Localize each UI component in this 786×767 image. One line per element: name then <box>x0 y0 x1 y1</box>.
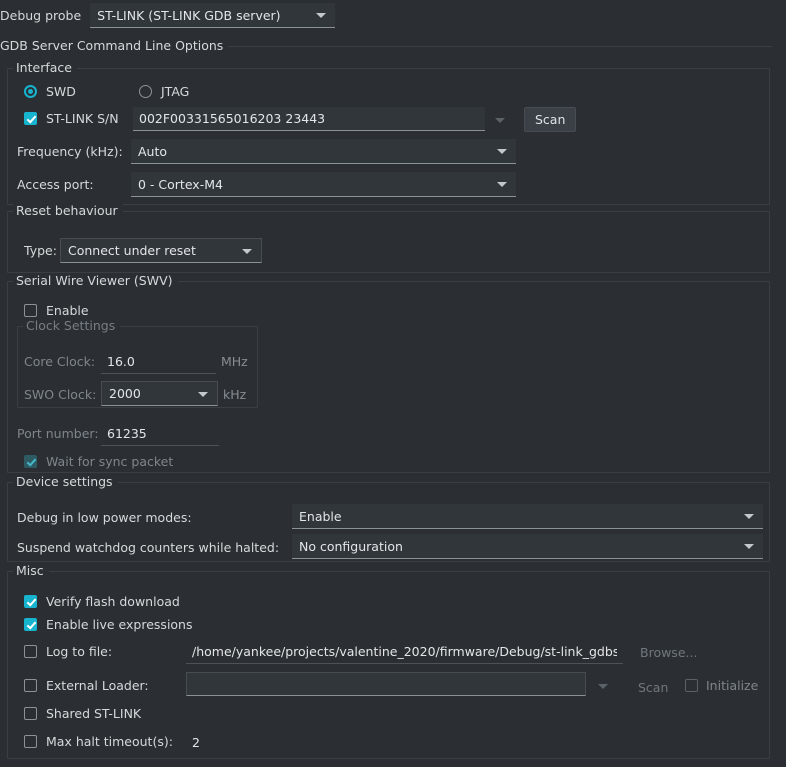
external-loader-dropdown-icon[interactable] <box>598 684 608 689</box>
verify-flash-checkbox[interactable] <box>24 595 37 608</box>
access-port-label: Access port: <box>17 177 94 192</box>
initialize-checkbox[interactable] <box>685 679 698 692</box>
jtag-radio-row[interactable]: JTAG <box>139 84 189 99</box>
shared-stlink-label: Shared ST-LINK <box>46 706 142 721</box>
frequency-label: Frequency (kHz): <box>17 144 123 159</box>
port-number-input[interactable] <box>101 422 219 446</box>
chevron-down-icon <box>497 182 507 187</box>
frequency-select[interactable]: Auto <box>131 139 516 164</box>
core-clock-label: Core Clock: <box>24 354 96 369</box>
chevron-down-icon <box>744 544 754 549</box>
chevron-down-icon <box>316 13 327 18</box>
low-power-select[interactable]: Enable <box>292 504 763 529</box>
core-clock-input[interactable] <box>101 350 216 374</box>
scan-button[interactable]: Scan <box>524 107 577 132</box>
debug-probe-value: ST-LINK (ST-LINK GDB server) <box>97 7 281 23</box>
live-expressions-row[interactable]: Enable live expressions <box>24 617 193 632</box>
shared-stlink-row[interactable]: Shared ST-LINK <box>24 706 141 721</box>
verify-flash-label: Verify flash download <box>46 594 180 609</box>
jtag-radio[interactable] <box>139 85 152 98</box>
external-loader-checkbox[interactable] <box>24 679 37 692</box>
reset-type-value: Connect under reset <box>68 243 196 258</box>
port-number-label: Port number: <box>17 426 99 441</box>
swo-clock-value: 2000 <box>109 386 141 401</box>
external-loader-input[interactable] <box>186 672 586 696</box>
initialize-label: Initialize <box>706 678 759 693</box>
max-halt-row[interactable]: Max halt timeout(s): <box>24 734 173 749</box>
interface-title: Interface <box>13 60 77 75</box>
log-browse-button[interactable]: Browse... <box>630 641 707 664</box>
debug-probe-label: Debug probe <box>0 8 82 23</box>
verify-flash-row[interactable]: Verify flash download <box>24 594 180 609</box>
swd-radio[interactable] <box>24 85 37 98</box>
access-port-select[interactable]: 0 - Cortex-M4 <box>131 172 516 197</box>
wait-sync-row[interactable]: Wait for sync packet <box>24 454 173 469</box>
log-to-file-checkbox[interactable] <box>24 645 37 658</box>
clock-settings-title: Clock Settings <box>23 318 121 333</box>
misc-title: Misc <box>13 563 49 578</box>
swd-radio-row[interactable]: SWD <box>24 84 76 99</box>
live-expressions-label: Enable live expressions <box>46 617 193 632</box>
reset-type-label: Type: <box>24 243 57 258</box>
low-power-label: Debug in low power modes: <box>17 510 192 525</box>
debug-probe-select[interactable]: ST-LINK (ST-LINK GDB server) <box>90 3 336 28</box>
stlink-sn-checkbox[interactable] <box>24 112 37 125</box>
swo-clock-label: SWO Clock: <box>24 387 97 402</box>
initialize-row[interactable]: Initialize <box>685 678 758 693</box>
shared-stlink-checkbox[interactable] <box>24 707 37 720</box>
log-to-file-row[interactable]: Log to file: <box>24 644 112 659</box>
jtag-label: JTAG <box>161 84 190 99</box>
frequency-value: Auto <box>138 143 168 159</box>
chevron-down-icon <box>744 514 754 519</box>
max-halt-label: Max halt timeout(s): <box>46 734 173 749</box>
chevron-down-icon <box>497 149 507 154</box>
reset-behaviour-title: Reset behaviour <box>13 203 123 218</box>
reset-type-select[interactable]: Connect under reset <box>60 238 262 263</box>
watchdog-label: Suspend watchdog counters while halted: <box>17 540 280 555</box>
stlink-sn-dropdown-icon[interactable] <box>495 118 505 123</box>
wait-sync-checkbox[interactable] <box>24 455 37 468</box>
device-settings-title: Device settings <box>13 474 118 489</box>
low-power-value: Enable <box>299 508 342 524</box>
swd-label: SWD <box>46 84 76 99</box>
watchdog-select[interactable]: No configuration <box>292 534 763 559</box>
chevron-down-icon <box>198 391 208 397</box>
stlink-sn-label: ST-LINK S/N <box>46 111 119 126</box>
stlink-sn-input[interactable] <box>133 107 485 131</box>
wait-sync-label: Wait for sync packet <box>46 454 174 469</box>
swo-clock-unit: kHz <box>223 387 247 402</box>
debug-probe-config-panel: Debug probe ST-LINK (ST-LINK GDB server)… <box>0 0 786 767</box>
external-loader-label: External Loader: <box>46 678 149 693</box>
live-expressions-checkbox[interactable] <box>24 618 37 631</box>
max-halt-input[interactable] <box>186 730 246 754</box>
swv-enable-label: Enable <box>46 303 89 318</box>
external-loader-scan-button[interactable]: Scan <box>628 676 678 699</box>
log-to-file-input[interactable] <box>186 640 623 664</box>
chevron-down-icon <box>242 248 252 254</box>
access-port-value: 0 - Cortex-M4 <box>138 176 223 192</box>
watchdog-value: No configuration <box>299 538 403 554</box>
gdb-server-options-title: GDB Server Command Line Options <box>0 38 229 53</box>
swv-enable-checkbox[interactable] <box>24 304 37 317</box>
debug-probe-row: Debug probe ST-LINK (ST-LINK GDB server) <box>0 3 336 28</box>
swo-clock-select[interactable]: 2000 <box>101 381 218 406</box>
swv-title: Serial Wire Viewer (SWV) <box>13 273 178 288</box>
stlink-sn-row: ST-LINK S/N <box>24 111 119 126</box>
log-to-file-label: Log to file: <box>46 644 113 659</box>
swv-enable-row[interactable]: Enable <box>24 303 89 318</box>
core-clock-unit: MHz <box>221 354 248 369</box>
max-halt-checkbox[interactable] <box>24 735 37 748</box>
external-loader-row[interactable]: External Loader: <box>24 678 149 693</box>
